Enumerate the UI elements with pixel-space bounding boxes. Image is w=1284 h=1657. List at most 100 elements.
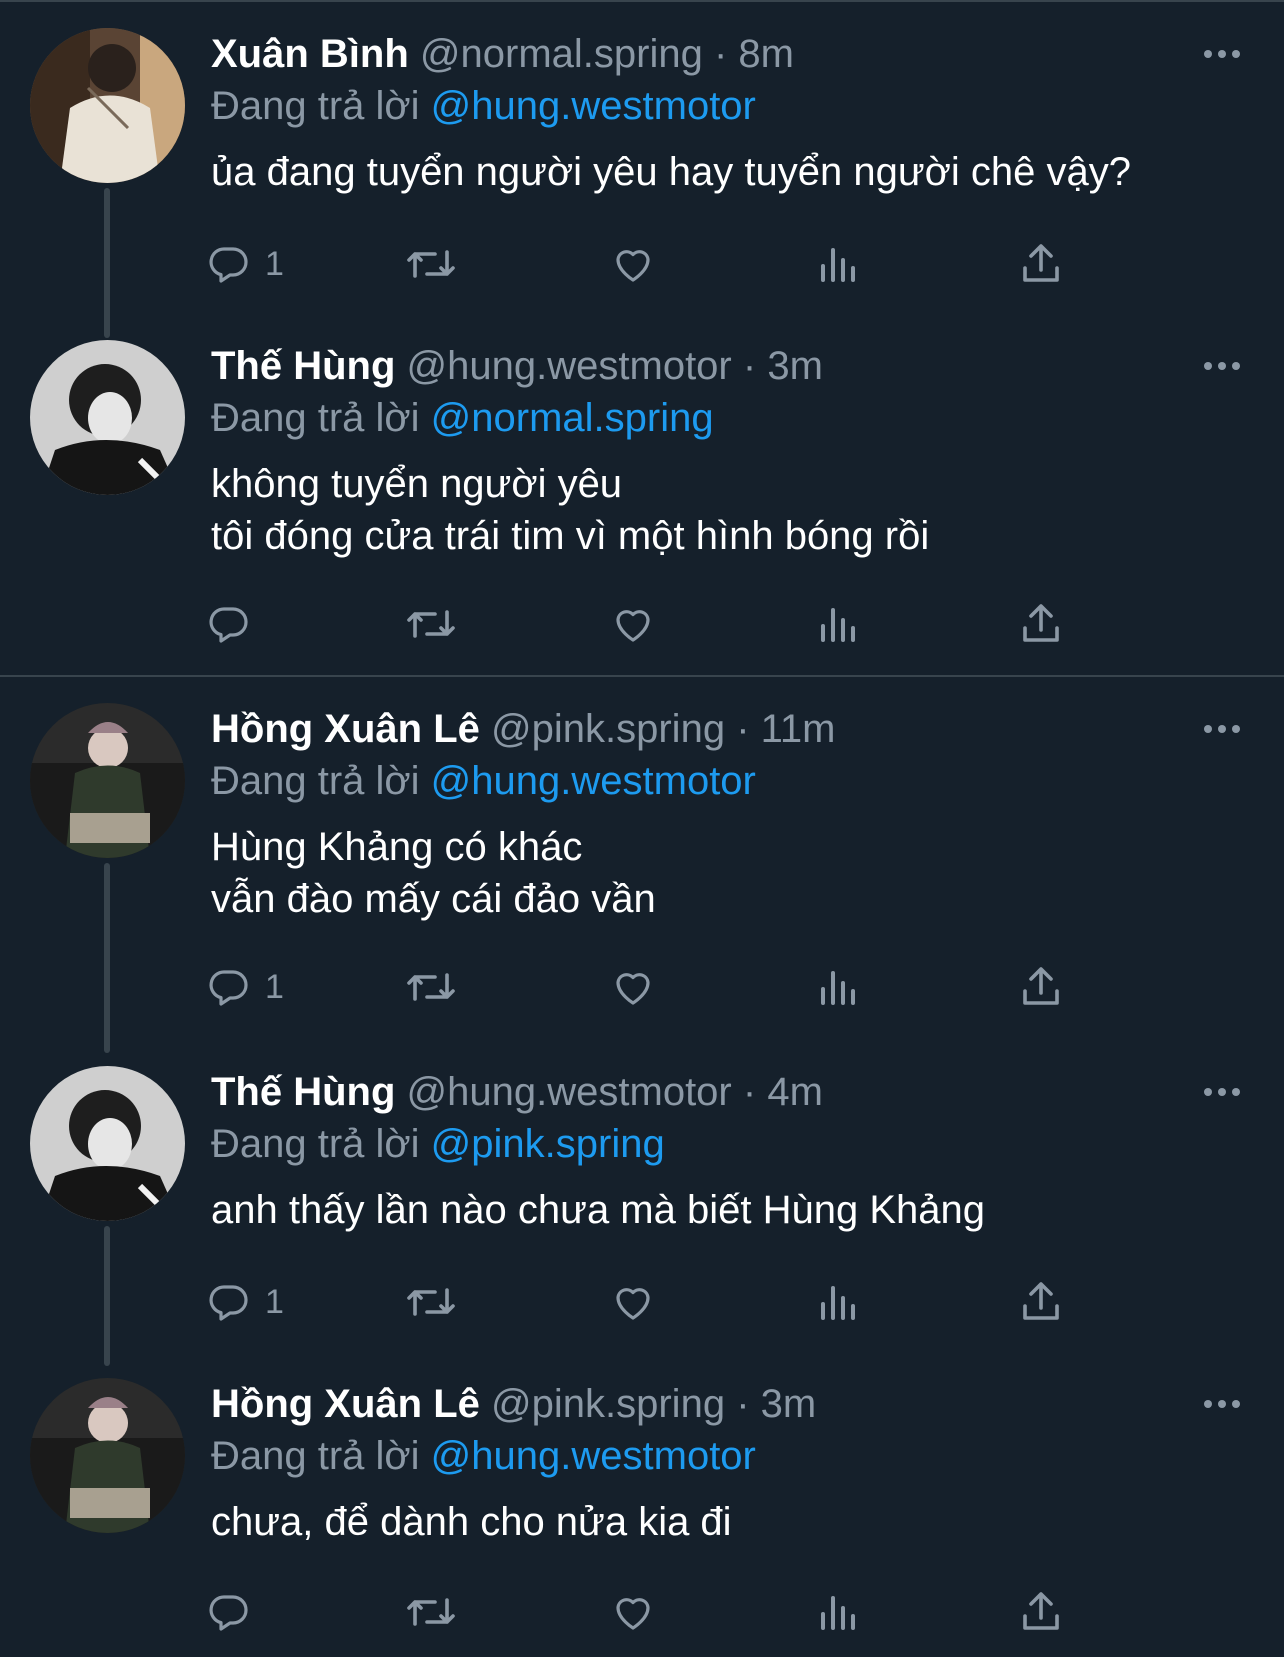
reply-icon [209,970,248,1006]
user-handle[interactable]: @hung.westmotor [407,1070,732,1114]
replying-label: Đang trả lời [211,1434,420,1478]
person-photo-icon [30,28,185,183]
reply-mention[interactable]: @normal.spring [431,396,714,440]
retweet-button[interactable] [403,236,459,292]
tweet[interactable]: Thế Hùng @hung.westmotor · 3m Đang trả l… [0,312,1284,672]
share-button[interactable] [1017,1274,1065,1330]
timestamp[interactable]: 3m [767,344,823,388]
analytics-icon [821,971,855,1005]
share-button[interactable] [1017,596,1065,652]
action-bar [205,596,1205,652]
display-name[interactable]: Thế Hùng [211,344,395,388]
reply-count: 1 [265,244,284,283]
display-name[interactable]: Hồng Xuân Lê [211,1382,480,1426]
timestamp[interactable]: 11m [761,707,836,751]
replying-label: Đang trả lời [211,759,420,803]
display-name[interactable]: Thế Hùng [211,1070,395,1114]
like-button[interactable] [609,596,657,652]
more-icon[interactable] [1200,1082,1244,1102]
separator: · [736,1382,750,1426]
tweet-text: chưa, để dành cho nửa kia đi [211,1496,732,1548]
replying-label: Đang trả lời [211,84,420,128]
tweet[interactable]: Hồng Xuân Lê @pink.spring · 11m Đang trả… [0,675,1284,1053]
reply-icon [209,607,248,643]
retweet-button[interactable] [403,1584,459,1640]
like-button[interactable] [609,1274,657,1330]
tweet-header: Thế Hùng @hung.westmotor · 4m [211,1066,823,1118]
reply-button[interactable] [205,596,265,652]
share-button[interactable] [1017,959,1065,1015]
share-icon [1023,244,1059,282]
share-button[interactable] [1017,236,1065,292]
avatar[interactable] [30,703,185,858]
timestamp[interactable]: 8m [738,32,794,76]
replying-to: Đang trả lời @hung.westmotor [211,755,756,807]
user-handle[interactable]: @pink.spring [491,707,725,751]
tweet-line: anh thấy lần nào chưa mà biết Hùng Khảng [211,1188,985,1232]
heart-icon [616,250,650,282]
tweet-line: tôi đóng cửa trái tim vì một hình bóng r… [211,514,930,558]
person-photo-icon [30,1378,185,1533]
views-button[interactable] [815,1274,859,1330]
avatar[interactable] [30,340,185,495]
reply-count: 1 [265,967,284,1006]
reply-icon [209,247,248,283]
reply-button[interactable] [205,1584,265,1640]
more-icon[interactable] [1200,44,1244,64]
retweet-icon [407,973,455,1001]
heart-icon [616,1288,650,1320]
heart-icon [616,610,650,642]
tweet[interactable]: Hồng Xuân Lê @pink.spring · 3m Đang trả … [0,1350,1284,1657]
like-button[interactable] [609,236,657,292]
views-button[interactable] [815,596,859,652]
more-icon[interactable] [1200,356,1244,376]
views-button[interactable] [815,959,859,1015]
reply-button[interactable]: 1 [205,236,284,292]
tweet-header: Xuân Bình @normal.spring · 8m [211,28,794,80]
tweet-line: không tuyển người yêu [211,462,623,506]
action-bar [205,1584,1205,1640]
user-handle[interactable]: @hung.westmotor [407,344,732,388]
tweet-header: Thế Hùng @hung.westmotor · 3m [211,340,823,392]
analytics-icon [821,248,855,282]
reply-mention[interactable]: @pink.spring [431,1122,665,1166]
retweet-button[interactable] [403,959,459,1015]
display-name[interactable]: Xuân Bình [211,32,409,76]
tweet[interactable]: Xuân Bình @normal.spring · 8m Đang trả l… [0,0,1284,338]
share-button[interactable] [1017,1584,1065,1640]
tweet-text: anh thấy lần nào chưa mà biết Hùng Khảng [211,1184,985,1236]
reply-mention[interactable]: @hung.westmotor [431,759,756,803]
replying-to: Đang trả lời @hung.westmotor [211,80,756,132]
retweet-button[interactable] [403,1274,459,1330]
more-icon[interactable] [1200,719,1244,739]
views-button[interactable] [815,236,859,292]
reply-button[interactable]: 1 [205,1274,284,1330]
like-button[interactable] [609,959,657,1015]
retweet-icon [407,250,455,278]
views-button[interactable] [815,1584,859,1640]
user-handle[interactable]: @pink.spring [491,1382,725,1426]
retweet-icon [407,610,455,638]
like-button[interactable] [609,1584,657,1640]
separator: · [736,707,750,751]
user-handle[interactable]: @normal.spring [420,32,703,76]
tweet-line: Hùng Khảng có khác [211,825,583,869]
timestamp[interactable]: 4m [767,1070,823,1114]
analytics-icon [821,1286,855,1320]
replying-to: Đang trả lời @pink.spring [211,1118,665,1170]
display-name[interactable]: Hồng Xuân Lê [211,707,480,751]
avatar[interactable] [30,28,185,183]
tweet-line: ủa đang tuyển người yêu hay tuyển người … [211,150,1131,194]
retweet-button[interactable] [403,596,459,652]
avatar[interactable] [30,1378,185,1533]
action-bar: 1 [205,959,1205,1015]
thread-connector [104,1226,110,1366]
tweet[interactable]: Thế Hùng @hung.westmotor · 4m Đang trả l… [0,1038,1284,1366]
reply-mention[interactable]: @hung.westmotor [431,84,756,128]
reply-mention[interactable]: @hung.westmotor [431,1434,756,1478]
timestamp[interactable]: 3m [761,1382,817,1426]
reply-button[interactable]: 1 [205,959,284,1015]
reply-icon [209,1595,248,1631]
more-icon[interactable] [1200,1394,1244,1414]
avatar[interactable] [30,1066,185,1221]
